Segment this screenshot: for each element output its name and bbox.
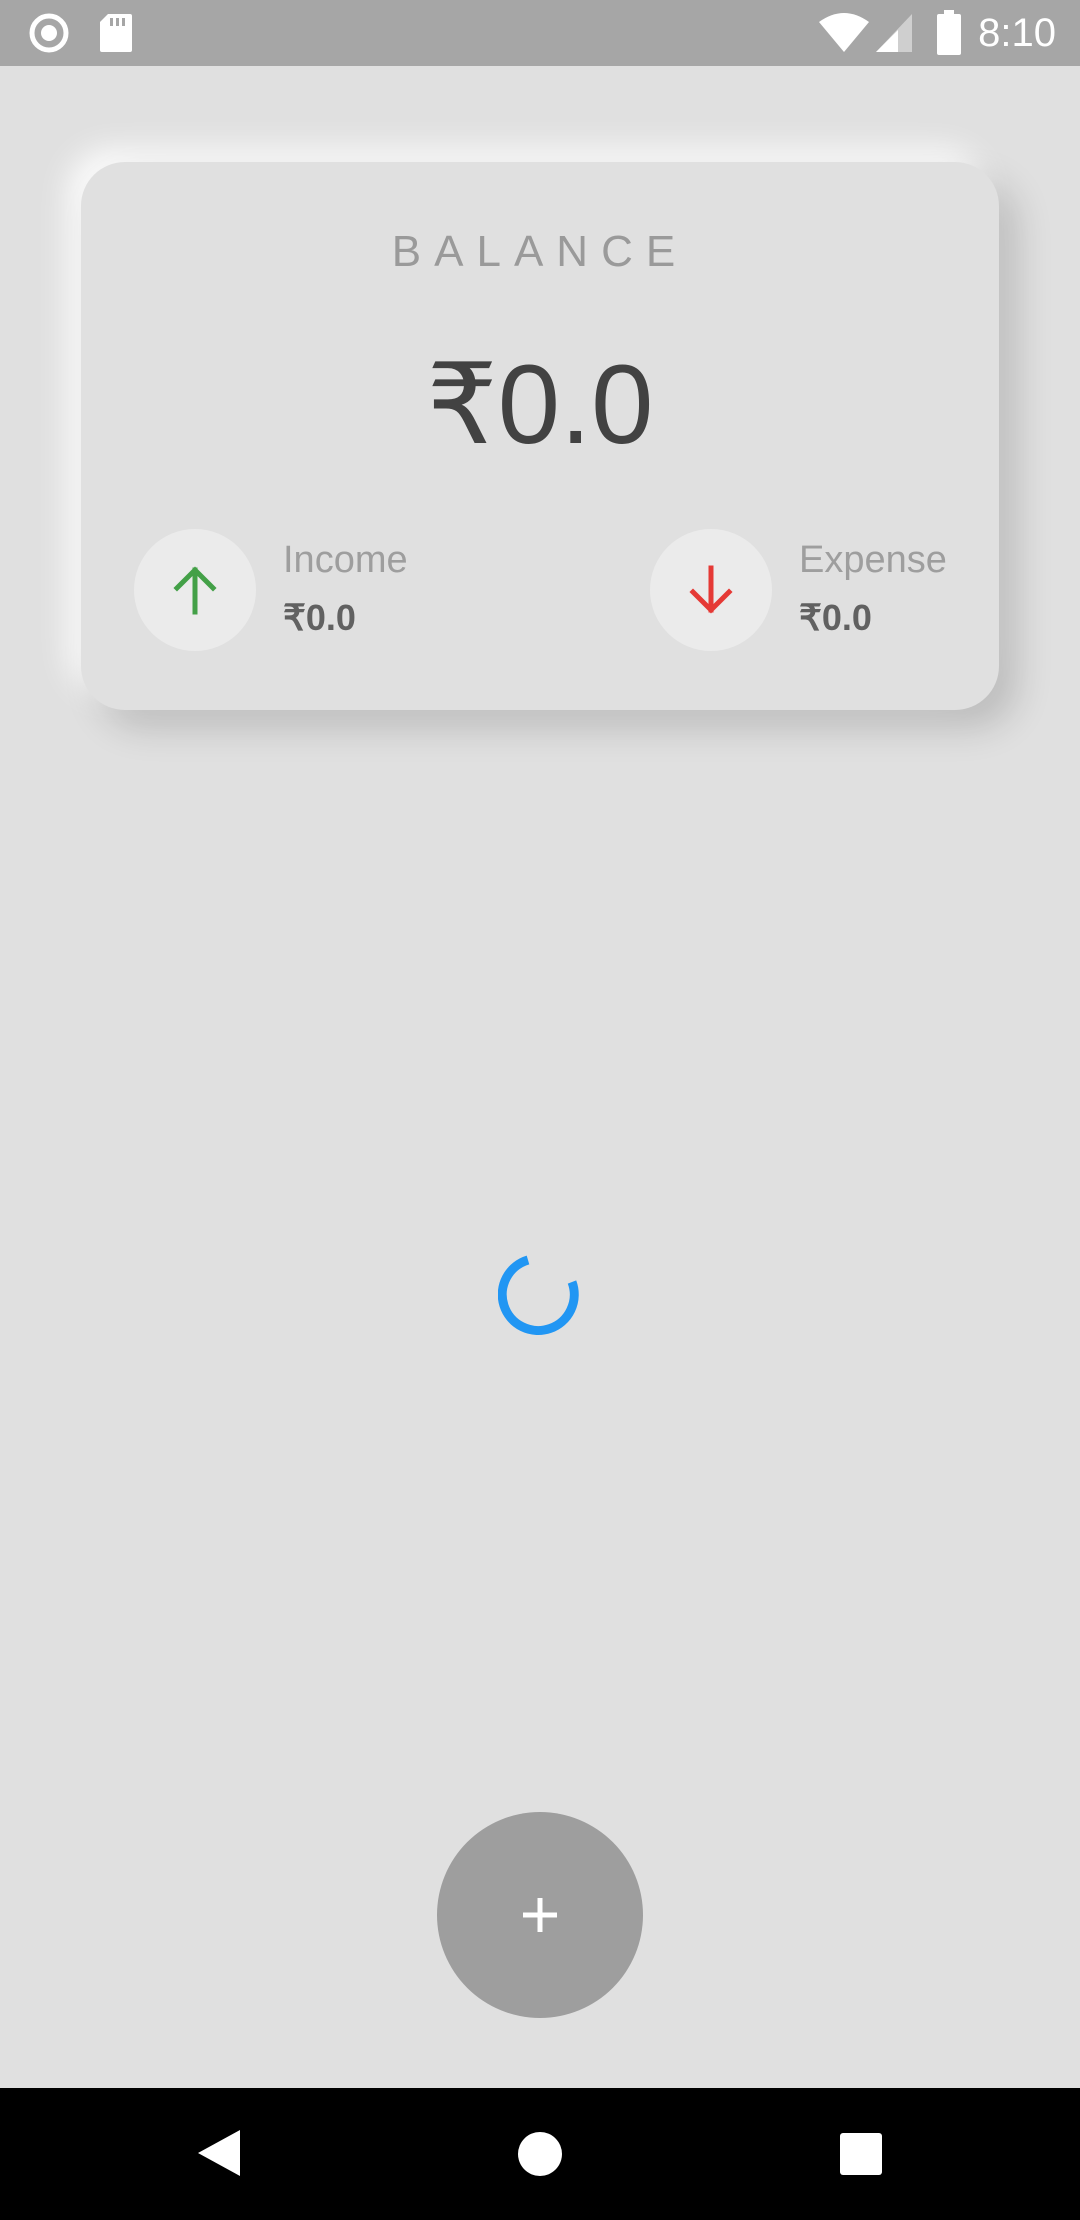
- wifi-icon: [818, 12, 870, 59]
- expense-icon-circle: [650, 529, 772, 651]
- home-icon[interactable]: [517, 2131, 563, 2182]
- battery-icon: [936, 10, 962, 61]
- arrow-down-icon: [689, 565, 733, 614]
- add-transaction-button[interactable]: [437, 1812, 643, 2018]
- income-icon-circle: [134, 529, 256, 651]
- app-screen: 8:10 BALANCE ₹0.0 Income ₹0.0 Expense ₹0…: [0, 0, 1080, 2220]
- navigation-bar: [0, 2088, 1080, 2220]
- status-time: 8:10: [978, 11, 1056, 55]
- income-label: Income: [283, 539, 408, 581]
- back-icon[interactable]: [196, 2128, 242, 2183]
- signal-icon: [874, 12, 914, 59]
- plus-icon: [523, 1898, 557, 1932]
- income-value: ₹0.0: [283, 597, 356, 638]
- sd-card-icon: [98, 12, 134, 59]
- record-icon: [28, 12, 70, 59]
- expense-label: Expense: [799, 539, 947, 581]
- arrow-up-icon: [173, 566, 217, 615]
- status-bar: 8:10: [0, 0, 1080, 66]
- loading-spinner: [497, 1254, 582, 1343]
- balance-amount: ₹0.0: [426, 342, 654, 467]
- recents-icon[interactable]: [839, 2132, 883, 2181]
- balance-title: BALANCE: [391, 227, 689, 276]
- balance-card: BALANCE ₹0.0 Income ₹0.0 Expense ₹0.0: [81, 162, 999, 710]
- expense-value: ₹0.0: [799, 597, 872, 638]
